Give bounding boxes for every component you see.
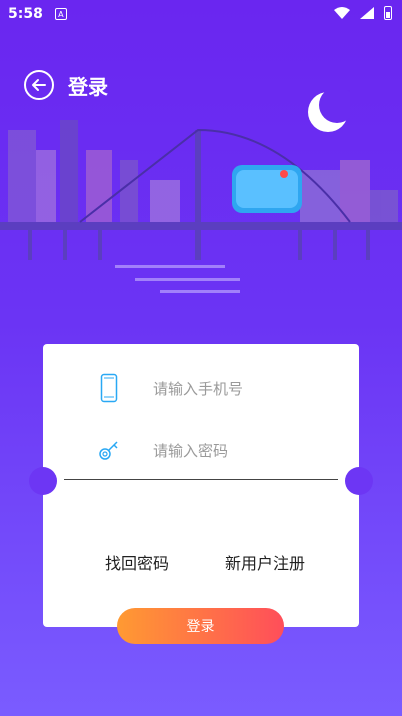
status-time: 5:58 [8, 6, 43, 22]
status-icons [334, 6, 392, 20]
battery-icon [384, 6, 392, 20]
password-field[interactable]: 请输入密码 [97, 434, 228, 466]
key-icon [97, 434, 121, 466]
card-notch-right [345, 467, 373, 495]
back-button[interactable] [24, 70, 54, 100]
city-bridge-illustration [0, 120, 402, 293]
status-bar: 5:58 A [0, 0, 402, 28]
notification-icon: A [54, 8, 67, 20]
wifi-icon [334, 7, 350, 19]
phone-input[interactable]: 请输入手机号 [153, 378, 243, 399]
phone-icon [97, 372, 121, 404]
divider [64, 479, 338, 480]
page-title: 登录 [68, 74, 108, 99]
forgot-password-link[interactable]: 找回密码 [105, 550, 169, 574]
arrow-left-icon [32, 79, 46, 91]
signal-icon [360, 7, 374, 19]
card-notch-left [29, 467, 57, 495]
login-card: 请输入手机号 请输入密码 找回密码 新用户注册 [29, 344, 373, 627]
register-link[interactable]: 新用户注册 [225, 550, 305, 574]
phone-field[interactable]: 请输入手机号 [97, 372, 243, 404]
header: 登录 [24, 70, 108, 100]
password-input[interactable]: 请输入密码 [153, 440, 228, 461]
login-button[interactable]: 登录 [117, 608, 284, 644]
